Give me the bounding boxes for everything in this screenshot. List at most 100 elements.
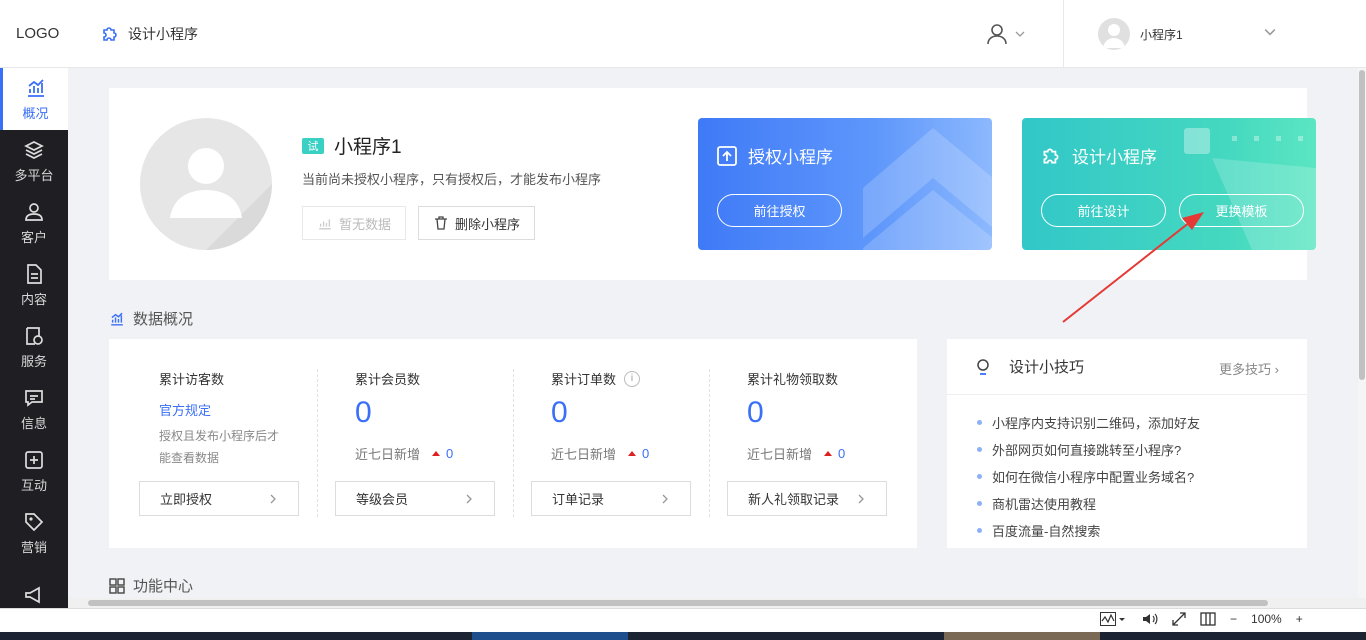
scroll-thumb[interactable] bbox=[1359, 70, 1365, 380]
logo[interactable]: LOGO bbox=[16, 25, 59, 42]
info-icon[interactable]: i bbox=[624, 370, 641, 387]
miniprogram-card: 试 小程序1 当前尚未授权小程序，只有授权后，才能发布小程序 暂无数据 删除小程… bbox=[109, 88, 1316, 280]
horizontal-scrollbar[interactable] bbox=[68, 598, 1366, 608]
sidebar-item-message[interactable]: 信息 bbox=[0, 378, 68, 440]
top-header: LOGO 设计小程序 小程序1 bbox=[0, 0, 1366, 68]
stat-value: 0 bbox=[747, 396, 764, 429]
stat-sub-value: 0 bbox=[838, 446, 846, 461]
sidebar-item-interaction[interactable]: 互动 bbox=[0, 440, 68, 502]
tips-list: 小程序内支持识别二维码，添加好友 外部网页如何直接跳转至小程序? 如何在微信小程… bbox=[947, 395, 1307, 544]
upload-icon bbox=[717, 145, 737, 166]
stat-value: 0 bbox=[551, 396, 568, 429]
authorize-promo-card: 授权小程序 前往授权 bbox=[698, 118, 992, 250]
authorize-now-button[interactable]: 立即授权 bbox=[139, 481, 299, 516]
button-label: 订单记录 bbox=[552, 492, 605, 507]
volume-icon[interactable] bbox=[1142, 612, 1158, 626]
tips-card: 设计小技巧 更多技巧 › 小程序内支持识别二维码，添加好友 外部网页如何直接跳转… bbox=[947, 339, 1307, 548]
chevron-right-icon bbox=[662, 494, 668, 503]
tip-item[interactable]: 商机雷达使用教程 bbox=[977, 490, 1307, 517]
divider bbox=[709, 369, 710, 517]
stat-label: 累计会员数 bbox=[355, 372, 421, 387]
sidebar-item-label: 信息 bbox=[20, 415, 47, 431]
lightbulb-icon bbox=[977, 358, 989, 375]
official-rules-link[interactable]: 官方规定 bbox=[159, 400, 355, 419]
sidebar-item-marketing[interactable]: 营销 bbox=[0, 502, 68, 564]
tag-icon bbox=[25, 512, 44, 531]
chart-icon bbox=[111, 312, 123, 326]
app-title[interactable]: 设计小程序 bbox=[100, 24, 198, 44]
chevron-right-icon bbox=[270, 494, 276, 503]
stat-sub-value: 0 bbox=[446, 446, 454, 461]
split-view-icon[interactable] bbox=[1200, 612, 1216, 626]
divider bbox=[317, 369, 318, 517]
stat-sub: 近七日新增 0 bbox=[747, 444, 943, 463]
service-icon bbox=[26, 326, 43, 345]
sidebar-item-overview[interactable]: 概况 bbox=[0, 68, 68, 130]
change-template-button[interactable]: 更换模板 bbox=[1179, 194, 1304, 227]
chart-icon bbox=[27, 78, 44, 97]
sidebar-item-customer[interactable]: 客户 bbox=[0, 192, 68, 254]
design-title-label: 设计小程序 bbox=[1072, 148, 1157, 167]
sidebar-item-content[interactable]: 内容 bbox=[0, 254, 68, 316]
sidebar-item-label: 多平台 bbox=[14, 167, 54, 183]
authorize-title: 授权小程序 bbox=[716, 143, 833, 168]
taskbar-item[interactable] bbox=[944, 632, 1100, 640]
go-design-button[interactable]: 前往设计 bbox=[1041, 194, 1166, 227]
button-label: 等级会员 bbox=[356, 492, 409, 507]
expand-icon[interactable] bbox=[1172, 612, 1186, 626]
no-data-button[interactable]: 暂无数据 bbox=[302, 206, 407, 240]
avatar bbox=[1098, 18, 1130, 50]
gift-records-button[interactable]: 新人礼领取记录 bbox=[727, 481, 887, 516]
zoom-out-button[interactable]: − bbox=[1230, 612, 1237, 626]
miniprogram-desc: 当前尚未授权小程序，只有授权后，才能发布小程序 bbox=[302, 172, 602, 187]
sidebar-item-service[interactable]: 服务 bbox=[0, 316, 68, 378]
tips-header: 设计小技巧 更多技巧 › bbox=[947, 339, 1307, 395]
divider bbox=[513, 369, 514, 517]
delete-miniprogram-button[interactable]: 删除小程序 bbox=[418, 206, 536, 240]
tip-item[interactable]: 百度流量-自然搜索 bbox=[977, 517, 1307, 544]
grid-icon bbox=[109, 577, 125, 594]
account-menu[interactable]: 小程序1 bbox=[1098, 18, 1276, 50]
scroll-thumb[interactable] bbox=[88, 600, 1268, 606]
tip-item[interactable]: 外部网页如何直接跳转至小程序? bbox=[977, 436, 1307, 463]
chevron-down-icon bbox=[1264, 29, 1276, 36]
stat-note: 授权且发布小程序后才能查看数据 bbox=[159, 429, 280, 465]
sidebar-item-label: 互动 bbox=[20, 477, 47, 493]
function-center-label: 功能中心 bbox=[133, 578, 194, 595]
sidebar-item-label: 内容 bbox=[20, 291, 47, 307]
user-menu[interactable] bbox=[985, 22, 1025, 46]
tip-item[interactable]: 如何在微信小程序中配置业务域名? bbox=[977, 463, 1307, 490]
interaction-icon bbox=[25, 450, 43, 469]
sidebar-item-label: 营销 bbox=[20, 539, 47, 555]
user-icon bbox=[25, 202, 43, 221]
go-authorize-button[interactable]: 前往授权 bbox=[717, 194, 842, 227]
sidebar-item-label: 客户 bbox=[20, 229, 47, 245]
taskbar-item[interactable] bbox=[472, 632, 628, 640]
os-taskbar bbox=[0, 632, 1366, 640]
message-icon bbox=[25, 389, 43, 407]
stat-sub-label: 近七日新增 bbox=[355, 447, 421, 462]
data-overview-title: 数据概况 bbox=[109, 308, 193, 329]
tip-item[interactable]: 小程序内支持识别二维码，添加好友 bbox=[977, 409, 1307, 436]
more-tips-link[interactable]: 更多技巧 › bbox=[1219, 359, 1279, 378]
performance-icon[interactable] bbox=[1100, 612, 1128, 626]
stat-label: 累计礼物领取数 bbox=[747, 372, 839, 387]
zoom-in-button[interactable]: + bbox=[1296, 612, 1303, 626]
stat-label-text: 累计订单数 bbox=[551, 372, 617, 387]
stat-sub-label: 近七日新增 bbox=[747, 447, 813, 462]
zoom-level: 100% bbox=[1251, 612, 1282, 626]
user-icon bbox=[987, 24, 1007, 45]
chevron-right-icon bbox=[858, 494, 864, 503]
no-data-label: 暂无数据 bbox=[339, 216, 392, 232]
vertical-scrollbar[interactable] bbox=[1358, 68, 1366, 598]
miniprogram-info: 试 小程序1 当前尚未授权小程序，只有授权后，才能发布小程序 暂无数据 删除小程… bbox=[302, 132, 601, 240]
document-icon bbox=[27, 263, 42, 284]
megaphone-icon bbox=[25, 586, 40, 604]
stat-sub: 近七日新增 0 bbox=[355, 444, 551, 463]
miniprogram-avatar bbox=[140, 118, 272, 250]
browser-statusbar: − 100% + bbox=[0, 608, 1366, 632]
order-records-button[interactable]: 订单记录 bbox=[531, 481, 691, 516]
up-arrow-icon bbox=[432, 451, 441, 456]
level-member-button[interactable]: 等级会员 bbox=[335, 481, 495, 516]
sidebar-item-multiplatform[interactable]: 多平台 bbox=[0, 130, 68, 192]
